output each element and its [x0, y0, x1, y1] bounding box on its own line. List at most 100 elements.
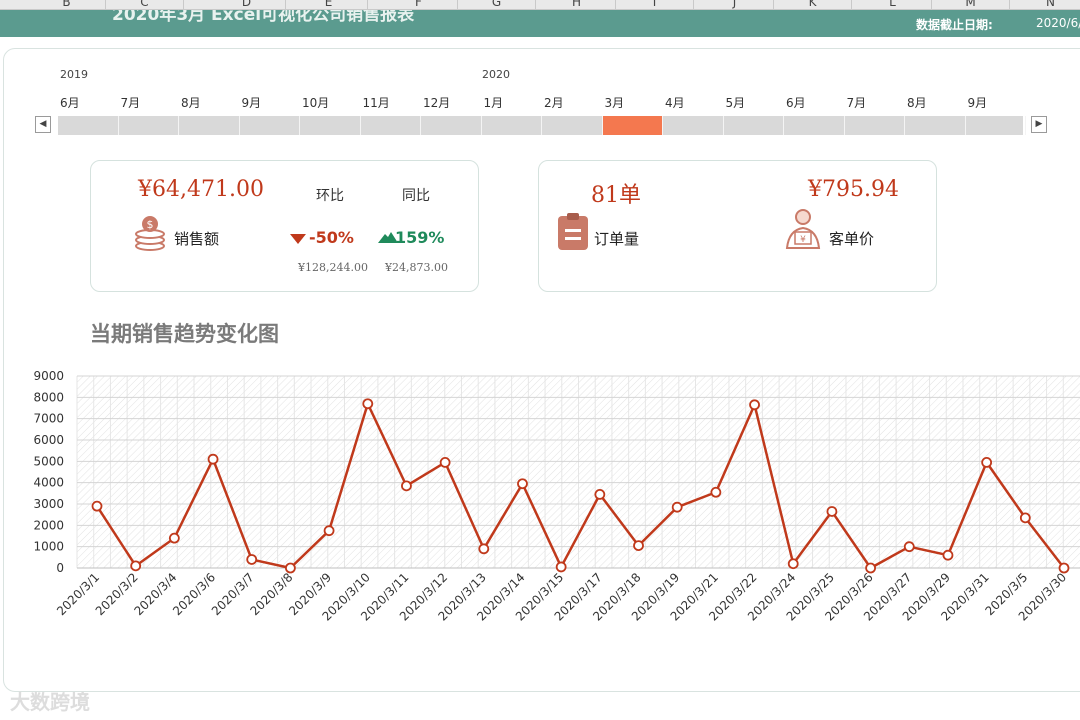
timeline-segment[interactable] — [240, 116, 300, 135]
timeline-segment[interactable] — [663, 116, 724, 135]
timeline-month-label: 8月 — [907, 96, 927, 110]
timeline-segment[interactable] — [179, 116, 240, 135]
data-point — [942, 549, 954, 561]
report-banner: 2020年3月 Excel可视化公司销售报表 数据截止日期: 2020/6/ — [0, 10, 1080, 37]
y-tick-label: 1000 — [33, 540, 64, 554]
data-point — [130, 560, 142, 572]
y-tick-label: 7000 — [33, 412, 64, 426]
data-point — [284, 562, 296, 574]
timeline-month-label: 5月 — [725, 96, 746, 110]
timeline-segment[interactable] — [58, 116, 119, 135]
y-tick-label: 0 — [56, 561, 64, 575]
mom-value: -50% — [309, 228, 354, 247]
y-tick-label: 3000 — [33, 497, 64, 511]
timeline-month-label: 12月 — [423, 96, 451, 110]
data-point — [633, 540, 644, 552]
orders-label: 订单量 — [594, 230, 640, 248]
svg-text:$: $ — [147, 218, 154, 231]
column-header-H[interactable]: H — [538, 0, 616, 9]
timeline-month-label: 3月 — [604, 96, 625, 110]
timeline-segment[interactable] — [482, 116, 542, 135]
triangle-down-icon — [290, 234, 306, 244]
mom-label: 环比 — [316, 188, 344, 204]
column-header-B[interactable]: B — [28, 0, 106, 9]
column-header-G[interactable]: G — [458, 0, 536, 9]
column-header-J[interactable]: J — [696, 0, 774, 9]
data-point — [710, 486, 722, 498]
timeline-segment[interactable] — [845, 116, 905, 135]
mom-base-value: ¥128,244.00 — [298, 261, 368, 274]
timeline-segment[interactable] — [905, 116, 966, 135]
y-tick-label: 9000 — [33, 369, 64, 383]
column-header-C[interactable]: C — [106, 0, 184, 9]
y-tick-label: 6000 — [33, 433, 64, 447]
timeline-month-label: 4月 — [665, 96, 685, 110]
data-point — [478, 543, 490, 555]
chart-title: 当期销售趋势变化图 — [90, 322, 279, 346]
timeline-year-2020: 2020 — [482, 68, 510, 81]
data-point — [439, 457, 451, 468]
report-title: 2020年3月 Excel可视化公司销售报表 — [112, 10, 415, 25]
timeline-slicer[interactable] — [58, 116, 1026, 135]
cashier-icon: ¥ — [785, 209, 821, 249]
svg-text:¥: ¥ — [800, 235, 806, 245]
column-header-N[interactable]: N — [1012, 0, 1080, 9]
column-header-row: BC DE FGHIJKLMN — [0, 0, 1080, 10]
timeline-segment[interactable] — [361, 116, 421, 135]
data-point — [826, 506, 838, 517]
data-point — [749, 399, 760, 411]
timeline-month-label: 9月 — [241, 96, 262, 110]
timeline-scroll-left-icon[interactable]: ◀ — [35, 116, 51, 133]
column-header-D[interactable]: D — [208, 0, 286, 9]
timeline-segment[interactable] — [421, 116, 482, 135]
sales-value: ¥64,471.00 — [138, 177, 264, 202]
y-tick-label: 8000 — [33, 390, 64, 404]
timeline-month-label: 11月 — [362, 96, 390, 110]
data-point — [787, 558, 799, 570]
timeline-month-label: 9月 — [967, 96, 988, 110]
timeline-segment[interactable] — [784, 116, 845, 135]
timeline-month-label: 7月 — [120, 96, 141, 110]
timeline-segment[interactable] — [724, 116, 784, 135]
data-point — [1019, 512, 1031, 524]
column-header-M[interactable]: M — [932, 0, 1010, 9]
data-point — [91, 500, 103, 512]
sales-trend-chart: 0100020003000400050006000700080009000202… — [33, 369, 1080, 624]
y-tick-label: 2000 — [33, 518, 64, 532]
data-point — [323, 525, 335, 537]
column-header-L[interactable]: L — [854, 0, 932, 9]
data-point — [903, 541, 915, 553]
data-point — [865, 562, 876, 574]
data-point — [594, 488, 606, 500]
yoy-label: 同比 — [402, 188, 430, 204]
timeline-segment[interactable] — [300, 116, 361, 135]
timeline-year-2019: 2019 — [60, 68, 88, 81]
avg-order-value: ¥795.94 — [808, 177, 899, 202]
timeline-month-label: 6月 — [60, 96, 80, 110]
timeline-month-label: 6月 — [786, 96, 806, 110]
sales-label: 销售额 — [174, 230, 220, 248]
column-header-K[interactable]: K — [774, 0, 852, 9]
data-point — [207, 453, 219, 465]
watermark: 大数跨境 — [10, 690, 90, 714]
timeline-segment[interactable] — [119, 116, 179, 135]
avg-order-label: 客单价 — [829, 230, 875, 248]
date-cutoff-value: 2020/6/ — [1036, 16, 1080, 30]
clipboard-icon — [558, 213, 588, 250]
column-header-F[interactable]: F — [380, 0, 458, 9]
data-point — [246, 554, 258, 565]
timeline-month-label: 1月 — [483, 96, 504, 110]
date-cutoff-label: 数据截止日期: — [916, 18, 993, 32]
data-point — [981, 457, 993, 468]
timeline-segment[interactable] — [966, 116, 1026, 135]
timeline-month-label: 8月 — [181, 96, 201, 110]
timeline-segment[interactable] — [542, 116, 603, 135]
yoy-value: 159% — [395, 228, 445, 247]
timeline-scroll-right-icon[interactable]: ▶ — [1031, 116, 1047, 133]
timeline-segment-selected[interactable] — [602, 116, 663, 135]
orders-value: 81单 — [591, 183, 641, 208]
data-point — [1058, 562, 1070, 574]
column-header-E[interactable]: E — [290, 0, 368, 9]
column-header-I[interactable]: I — [616, 0, 694, 9]
timeline-month-label: 7月 — [846, 96, 867, 110]
